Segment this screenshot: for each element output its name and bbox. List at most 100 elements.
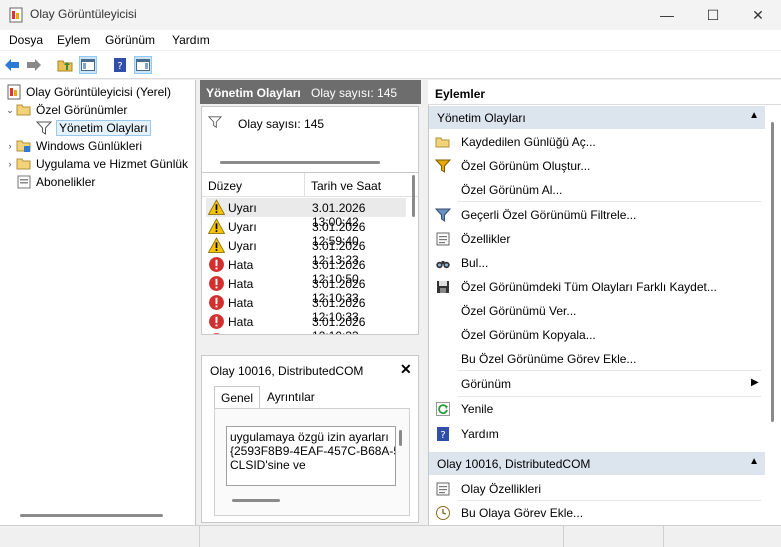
close-window-button[interactable]: ✕ [735,0,781,30]
table-row[interactable]: Uyarı 3.01.2026 12:13:23 [206,236,406,267]
show-hide-action-pane-button[interactable] [134,56,152,74]
menu-gorunum[interactable]: Görünüm [105,33,155,47]
results-header: Yönetim Olayları Olay sayısı: 145 [200,80,421,104]
minimize-button[interactable]: — [644,0,690,30]
tree-root-label: Olay Görüntüleyicisi (Yerel) [26,85,171,99]
menu-yardim[interactable]: Yardım [172,33,210,47]
action-item[interactable]: Bul... [433,252,763,274]
help-toolbar-button[interactable]: ? [111,56,129,74]
chevron-down-icon[interactable]: ⌄ [4,105,16,116]
description-horizontal-scrollbar[interactable] [232,499,280,502]
maximize-button[interactable]: ☐ [690,0,736,30]
chevron-right-icon[interactable]: › [4,159,16,169]
row-level: Hata [228,277,254,291]
toolbar: ? [0,51,781,79]
forward-arrow-icon [27,59,41,71]
tree-windows-logs[interactable]: › Windows Günlükleri [4,137,143,155]
actions-section-event[interactable]: Olay 10016, DistributedCOM ▲ [429,452,765,475]
action-item[interactable]: Görünüm ▶ [433,373,763,395]
action-item[interactable]: Yenile [433,398,763,420]
tree-admin-events-label: Yönetim Olayları [56,120,151,136]
tree-custom-views[interactable]: ⌄ Özel Görünümler [4,101,127,119]
action-item[interactable]: Bu Özel Görünüme Görev Ekle... [433,348,763,370]
row-level: Hata [228,315,254,329]
back-arrow-icon [5,59,19,71]
row-level: Hata [228,334,253,335]
action-item[interactable]: Özel Görünümdeki Tüm Olayları Farklı Kay… [433,276,763,298]
actions-section-admin-events[interactable]: Yönetim Olayları ▲ [429,106,765,129]
close-icon[interactable]: ✕ [400,361,412,378]
tree-admin-events[interactable]: Yönetim Olayları [24,119,151,137]
action-item[interactable]: Geçerli Özel Görünümü Filtrele... [433,204,763,226]
filter-horizontal-scrollbar[interactable] [220,161,380,164]
row-level: Uyarı [228,239,257,253]
warning-icon [208,199,225,215]
actions-vertical-scrollbar[interactable] [771,122,774,422]
table-row[interactable]: Hata3.01.2026 12:10:33 [206,293,406,324]
menu-eylem[interactable]: Eylem [57,33,90,47]
folder-icon [16,158,31,170]
table-row[interactable]: Hata3.01.2026 12:10:33 [206,274,406,305]
tab-genel[interactable]: Genel [214,386,261,408]
action-label: Özel Görünüm Oluştur... [461,159,591,173]
table-row[interactable]: Hata 3.01.2026 12:10:50 [206,255,406,286]
action-item[interactable]: Olay Özellikleri [433,478,763,500]
menu-dosya[interactable]: Dosya [9,33,43,47]
row-level: Uyarı [228,220,257,234]
column-level[interactable]: Düzey [208,179,242,193]
tree-app-service-logs[interactable]: › Uygulama ve Hizmet Günlük [4,155,189,173]
action-item[interactable]: Özel Görünüm Al... [433,179,763,201]
table-row[interactable]: Uyarı 3.01.2026 12:59:40 [206,217,406,248]
action-item[interactable]: Bu Olaya Görev Ekle... [433,502,763,524]
tree-subscriptions[interactable]: Abonelikler [4,173,95,191]
tree-subscriptions-label: Abonelikler [36,175,96,189]
column-datetime[interactable]: Tarih ve Saat [311,179,381,193]
action-item[interactable]: ? Yardım [433,423,763,445]
events-vertical-scrollbar[interactable] [412,175,415,217]
windows-logs-icon [16,140,31,152]
action-label: Bu Özel Görünüme Görev Ekle... [461,352,637,366]
action-label: Kaydedilen Günlüğü Aç... [461,135,596,149]
action-label: Olay Özellikleri [461,482,542,496]
tree-root[interactable]: Olay Görüntüleyicisi (Yerel) [4,83,171,101]
description-vertical-scrollbar[interactable] [399,430,402,446]
forward-button[interactable] [25,56,43,74]
error-icon [209,314,224,329]
folder-up-icon [57,60,73,72]
event-detail-panel: Olay 10016, DistributedCOM ✕ Genel Ayrın… [201,355,419,523]
action-item[interactable]: Özel Görünüm Kopyala... [433,324,763,346]
tab-ayrintilar[interactable]: Ayrıntılar [261,386,321,408]
tree-horizontal-scrollbar[interactable] [20,514,163,517]
action-label: Görünüm [461,377,512,391]
table-row[interactable]: Uyarı 3.01.2026 13:00:42 [206,198,406,229]
folder-open-icon [435,137,450,148]
save-icon [437,281,449,293]
menu-bar: Dosya Eylem Görünüm Yardım [0,30,781,50]
table-row[interactable]: Hata3.01.2026 12:10:33 [206,331,406,335]
event-viewer-icon [7,84,21,100]
back-button[interactable] [3,56,21,74]
error-icon [209,295,224,310]
table-row[interactable]: Hata3.01.2026 12:10:33 [206,312,406,334]
subscriptions-icon [17,175,31,189]
window-title: Olay Görüntüleyicisi [30,7,137,21]
action-label: Bu Olaya Görev Ekle... [461,506,584,520]
event-detail-title: Olay 10016, DistributedCOM [210,364,364,378]
action-item[interactable]: Özel Görünümü Ver... [433,300,763,322]
filter-icon [36,121,52,135]
collapse-arrow-icon[interactable]: ▲ [749,110,759,121]
events-grid-header: Düzey Tarih ve Saat [202,173,418,197]
collapse-arrow-icon[interactable]: ▲ [749,456,759,467]
action-item[interactable]: Kaydedilen Günlüğü Aç... [433,131,763,153]
separator [458,201,761,202]
action-item[interactable]: Özel Görünüm Oluştur... [433,155,763,177]
action-label: Özel Görünümü Ver... [461,304,577,318]
action-label: Yenile [461,402,494,416]
up-folder-button[interactable] [56,56,74,74]
action-label: Özel Görünümdeki Tüm Olayları Farklı Kay… [461,280,717,294]
action-item[interactable]: Özellikler [433,228,763,250]
console-tree-pane: Olay Görüntüleyicisi (Yerel) ⌄ Özel Görü… [0,80,196,525]
show-hide-tree-button[interactable] [79,56,97,74]
refresh-icon [436,402,450,416]
chevron-right-icon[interactable]: › [4,141,16,151]
